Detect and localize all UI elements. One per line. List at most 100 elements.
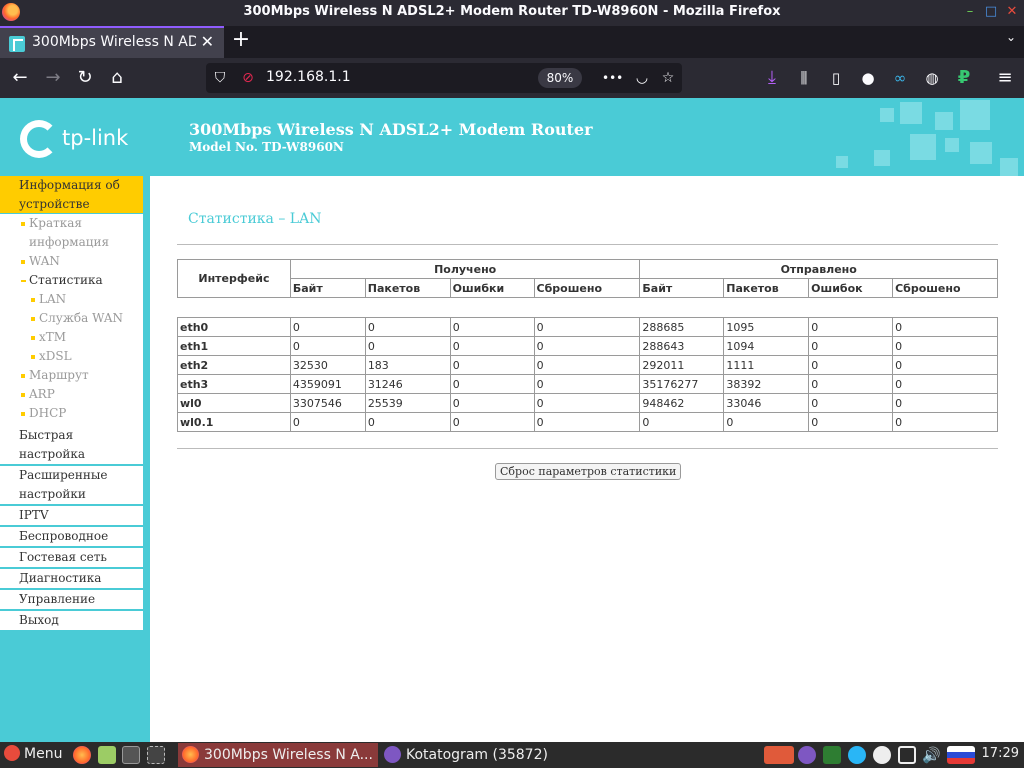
sidebar-item-diagnostics[interactable]: Диагностика xyxy=(0,569,143,589)
stat-cell: 0 xyxy=(639,412,725,432)
sidebar-item-xtm[interactable]: xTM xyxy=(0,328,143,347)
tray-telegram-icon[interactable] xyxy=(848,746,866,764)
sidebar-item-statistics[interactable]: Статистика xyxy=(0,271,143,290)
tray-volume-icon[interactable]: 🔊 xyxy=(922,746,941,764)
sidebar-item-arp[interactable]: ARP xyxy=(0,385,143,404)
stat-cell: 0 xyxy=(364,317,451,337)
extension-globe-icon[interactable]: ◍ xyxy=(920,66,944,90)
start-menu-button[interactable]: Menu xyxy=(4,745,62,762)
back-button[interactable]: ← xyxy=(8,66,32,90)
stat-cell: 0 xyxy=(892,336,998,356)
bullet-icon xyxy=(31,298,35,302)
page-title: Статистика – LAN xyxy=(188,211,322,227)
downloads-icon[interactable]: ⤓ xyxy=(760,66,784,90)
router-page: tp-link 300Mbps Wireless N ADSL2+ Modem … xyxy=(0,98,1024,742)
sidebar-item-wan-service[interactable]: Служба WAN xyxy=(0,309,143,328)
tracking-shield-icon[interactable]: ⛉ xyxy=(210,68,230,88)
stat-cell: 0 xyxy=(808,317,894,337)
column-header: Байт xyxy=(639,278,725,298)
bullet-icon xyxy=(21,412,25,416)
close-window-button[interactable]: ✕ xyxy=(1004,4,1020,20)
list-all-tabs-icon[interactable]: ⌄ xyxy=(1006,30,1016,44)
sidebar-item-lan[interactable]: LAN xyxy=(0,290,143,309)
divider xyxy=(177,244,998,245)
terminal-launcher-icon[interactable] xyxy=(122,746,140,764)
minimize-button[interactable]: – xyxy=(962,4,978,20)
sidebar-item-device-info[interactable]: Информация об устройстве xyxy=(0,176,143,214)
stat-cell: 0 xyxy=(892,393,998,413)
sidebar-item-management[interactable]: Управление xyxy=(0,590,143,610)
sidebar-item-summary[interactable]: Краткая информация xyxy=(0,214,143,252)
url-text[interactable]: 192.168.1.1 xyxy=(266,69,351,85)
forward-button[interactable]: → xyxy=(41,66,65,90)
firefox-launcher-icon[interactable] xyxy=(73,746,91,764)
extension-ruble-icon[interactable]: ₽ xyxy=(952,66,976,90)
task-kotatogram[interactable]: Kotatogram (35872) xyxy=(380,743,560,767)
files-launcher-icon[interactable] xyxy=(98,746,116,764)
banner-decoration xyxy=(874,150,890,166)
collapse-dash-icon xyxy=(21,280,26,282)
sidebar-item-label: WAN xyxy=(29,254,60,268)
account-icon[interactable]: ● xyxy=(856,66,880,90)
taskbar: Menu 300Mbps Wireless N A... Kotatogram … xyxy=(0,742,1024,768)
stat-cell: 0 xyxy=(892,412,998,432)
app-menu-icon[interactable]: ≡ xyxy=(993,66,1017,90)
sidebar-item-logout[interactable]: Выход xyxy=(0,611,143,631)
tray-kotatogram-icon[interactable] xyxy=(798,746,816,764)
tab-router[interactable]: 300Mbps Wireless N ADSL2+ Modem Router T… xyxy=(0,26,224,58)
sidebar-item-xdsl[interactable]: xDSL xyxy=(0,347,143,366)
keyboard-layout-flag-icon[interactable] xyxy=(947,746,975,764)
stat-cell: 0 xyxy=(808,393,894,413)
maximize-button[interactable]: □ xyxy=(983,4,999,20)
sidebar-item-guest-network[interactable]: Гостевая сеть xyxy=(0,548,143,568)
sidebar-item-iptv[interactable]: IPTV xyxy=(0,506,143,526)
bullet-icon xyxy=(31,336,35,340)
sidebar-item-quick-setup[interactable]: Быстрая настройка xyxy=(0,426,143,465)
task-label: Kotatogram (35872) xyxy=(406,747,548,763)
library-icon[interactable]: ⫼ xyxy=(792,66,816,90)
firefox-icon xyxy=(182,746,199,763)
tray-shield-icon[interactable] xyxy=(823,746,841,764)
stat-cell: 0 xyxy=(892,317,998,337)
table-row: eth3 4359091 31246 0 0 35176277 38392 0 0 xyxy=(177,374,998,394)
sidebar-item-wan[interactable]: WAN xyxy=(0,252,143,271)
stat-cell: 288685 xyxy=(639,317,725,337)
reload-button[interactable]: ↻ xyxy=(73,66,97,90)
media-launcher-icon[interactable] xyxy=(147,746,165,764)
stat-cell: 3307546 xyxy=(289,393,366,413)
banner-decoration xyxy=(970,142,992,164)
tray-update-icon[interactable] xyxy=(873,746,891,764)
stat-cell: 0 xyxy=(892,374,998,394)
column-header: Сброшено xyxy=(892,278,998,298)
table-row: eth0 0 0 0 0 288685 1095 0 0 xyxy=(177,317,998,337)
tray-firefox-icon[interactable] xyxy=(764,746,794,764)
bookmark-star-icon[interactable]: ☆ xyxy=(658,68,678,88)
reset-statistics-button[interactable]: Сброс параметров статистики xyxy=(495,463,682,480)
tab-close-button[interactable]: ✕ xyxy=(201,32,214,51)
column-header: Ошибок xyxy=(808,278,894,298)
page-actions-icon[interactable]: ••• xyxy=(602,68,623,88)
tplink-logo: tp-link xyxy=(20,120,130,160)
extension-infinity-icon[interactable]: ∞ xyxy=(888,66,912,90)
banner-decoration xyxy=(880,108,894,122)
insecure-lock-icon[interactable]: ⊘ xyxy=(238,68,258,88)
task-firefox[interactable]: 300Mbps Wireless N A... xyxy=(178,743,378,767)
sidebar-item-advanced-setup[interactable]: Расширенные настройки xyxy=(0,466,143,505)
tray-chat-icon[interactable] xyxy=(898,746,916,764)
pocket-icon[interactable]: ◡ xyxy=(632,68,652,88)
sidebar-toggle-icon[interactable]: ▯ xyxy=(824,66,848,90)
home-button[interactable]: ⌂ xyxy=(105,66,129,90)
stat-cell: 0 xyxy=(533,336,641,356)
sidebar-item-dhcp[interactable]: DHCP xyxy=(0,404,143,423)
table-row: wl0 3307546 25539 0 0 948462 33046 0 0 xyxy=(177,393,998,413)
stat-cell: 0 xyxy=(808,374,894,394)
stat-cell: 0 xyxy=(892,355,998,375)
sidebar-item-wireless[interactable]: Беспроводное xyxy=(0,527,143,547)
zoom-badge[interactable]: 80% xyxy=(538,68,582,88)
sidebar-item-label: Краткая информация xyxy=(29,216,110,249)
new-tab-button[interactable]: + xyxy=(230,27,252,53)
clock[interactable]: 17:29 xyxy=(982,746,1019,761)
url-bar[interactable]: ⛉ ⊘ 192.168.1.1 80% ••• ◡ ☆ xyxy=(206,63,682,93)
sidebar-item-label: xDSL xyxy=(39,349,72,363)
sidebar-item-route[interactable]: Маршрут xyxy=(0,366,143,385)
